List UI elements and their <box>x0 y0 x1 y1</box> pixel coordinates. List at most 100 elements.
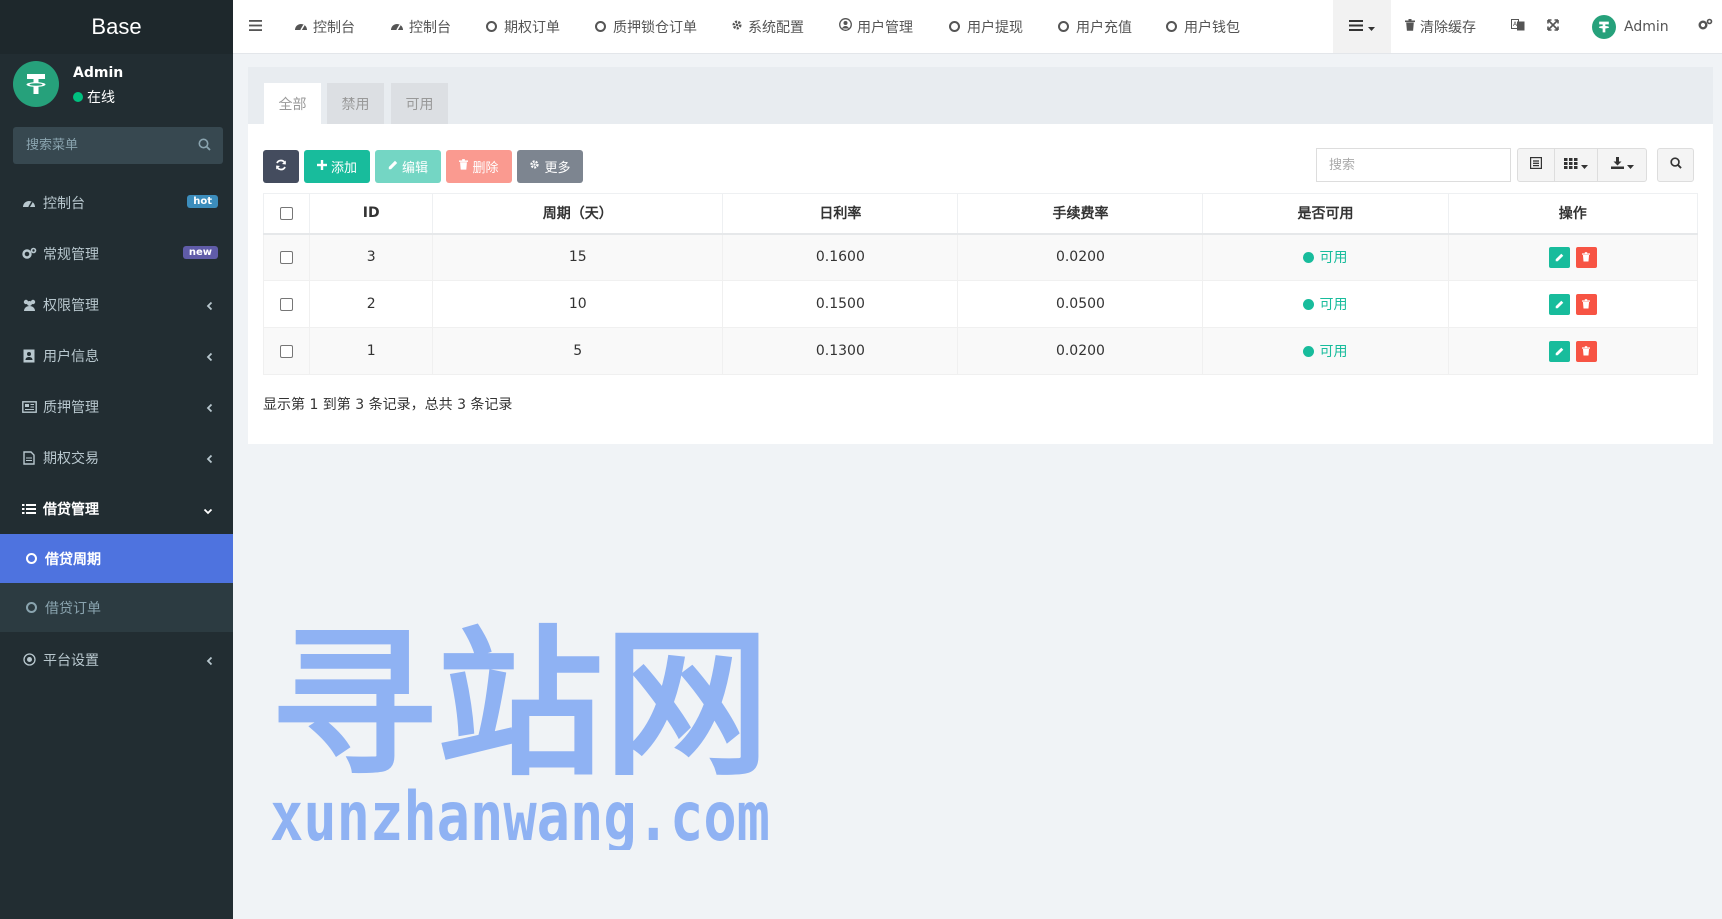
export-button[interactable] <box>1597 148 1647 182</box>
status-cell: 可用 <box>1202 327 1449 375</box>
table-row[interactable]: 1 5 0.1300 0.0200 可用 <box>262 327 1698 375</box>
columns-button[interactable] <box>1554 148 1598 182</box>
more-button[interactable]: 更多 <box>517 150 583 183</box>
nav-tab-wallet[interactable]: 用户钱包 <box>1166 0 1240 53</box>
table-row[interactable]: 2 10 0.1500 0.0500 可用 <box>262 280 1698 328</box>
submenu-label: 借贷周期 <box>45 551 101 568</box>
sidebar-item-pledge[interactable]: 质押管理 <box>0 381 233 432</box>
list-icon <box>21 503 37 515</box>
newspaper-icon <box>21 400 37 413</box>
circle-icon <box>486 21 497 32</box>
status-badge[interactable]: 可用 <box>1303 294 1347 314</box>
tab-disabled[interactable]: 禁用 <box>327 83 384 124</box>
nav-tab-recharge[interactable]: 用户充值 <box>1058 0 1132 53</box>
nav-tab-label: 质押锁仓订单 <box>613 19 697 36</box>
hot-badge: hot <box>187 195 218 208</box>
trash-icon <box>1405 18 1415 35</box>
rate-cell: 0.1500 <box>722 280 959 328</box>
sidebar-menu: 控制台 hot 常规管理 new 权限管理 用户信息 质押管理 期权交易 借贷管… <box>0 177 233 685</box>
nav-tab-dashboard-2[interactable]: 控制台 <box>390 0 451 53</box>
row-edit-button[interactable] <box>1548 246 1570 268</box>
user-card-icon <box>21 349 37 363</box>
delete-button[interactable]: 删除 <box>446 150 512 183</box>
caret-down-icon <box>1626 157 1634 173</box>
sidebar-item-label: 借贷管理 <box>43 501 99 518</box>
tabs-dropdown-button[interactable] <box>1333 0 1391 53</box>
pencil-icon <box>1555 347 1563 355</box>
sidebar-item-loan-order[interactable]: 借贷订单 <box>0 583 233 632</box>
sidebar-item-dashboard[interactable]: 控制台 hot <box>0 177 233 228</box>
tab-all[interactable]: 全部 <box>264 83 321 124</box>
cogs-icon <box>21 247 37 260</box>
column-header[interactable]: 是否可用 <box>1202 193 1449 235</box>
table-row[interactable]: 3 15 0.1600 0.0200 可用 <box>262 233 1698 281</box>
circle-icon <box>595 21 606 32</box>
delete-label: 删除 <box>472 161 499 176</box>
nav-tab-system-config[interactable]: 系统配置 <box>731 0 804 53</box>
fullscreen-button[interactable] <box>1547 0 1559 53</box>
sidebar-item-options-trade[interactable]: 期权交易 <box>0 432 233 483</box>
avatar <box>1592 14 1616 39</box>
row-delete-button[interactable] <box>1575 293 1597 315</box>
row-edit-button[interactable] <box>1548 340 1570 362</box>
tab-enabled[interactable]: 可用 <box>391 83 448 124</box>
status-badge[interactable]: 可用 <box>1303 341 1347 361</box>
nav-tab-label: 控制台 <box>409 19 451 36</box>
status-cell: 可用 <box>1202 280 1449 328</box>
sidebar-item-loan[interactable]: 借贷管理 <box>0 483 233 534</box>
row-checkbox[interactable] <box>280 297 294 311</box>
sidebar-item-label: 权限管理 <box>43 297 99 314</box>
edit-button[interactable]: 编辑 <box>375 150 441 183</box>
user-name: Admin <box>73 65 124 81</box>
list-icon <box>1349 19 1363 35</box>
refresh-button[interactable] <box>263 150 299 183</box>
row-edit-button[interactable] <box>1548 293 1570 315</box>
watermark-url: xunzhanwang.com <box>270 778 770 850</box>
column-header[interactable]: 日利率 <box>722 193 959 235</box>
caret-down-icon <box>1368 19 1375 35</box>
admin-menu[interactable]: Admin <box>1592 0 1669 53</box>
select-all-checkbox[interactable] <box>280 206 294 220</box>
row-delete-button[interactable] <box>1575 246 1597 268</box>
sidebar-item-permissions[interactable]: 权限管理 <box>0 279 233 330</box>
menu-search-input[interactable] <box>13 127 223 164</box>
circle-icon <box>1058 21 1069 32</box>
sidebar-toggle[interactable] <box>249 0 262 53</box>
row-checkbox[interactable] <box>280 344 294 358</box>
chevron-left-icon <box>206 401 213 417</box>
row-checkbox[interactable] <box>280 250 294 264</box>
settings-button[interactable] <box>1698 0 1713 53</box>
column-header[interactable]: 手续费率 <box>957 193 1204 235</box>
users-icon <box>21 299 37 311</box>
status-label: 在线 <box>87 90 115 106</box>
expand-icon <box>1547 18 1559 35</box>
column-header[interactable]: ID <box>309 193 434 235</box>
add-button[interactable]: 添加 <box>304 150 370 183</box>
file-icon <box>21 450 37 465</box>
toggle-view-button[interactable] <box>1517 148 1555 182</box>
search-icon[interactable] <box>198 138 211 155</box>
advanced-search-button[interactable] <box>1657 148 1694 182</box>
clear-cache-button[interactable]: 清除缓存 <box>1405 0 1476 53</box>
search-icon <box>1669 157 1682 173</box>
sidebar-item-general[interactable]: 常规管理 new <box>0 228 233 279</box>
language-toggle[interactable]: A <box>1511 0 1525 53</box>
nav-tab-pledge-orders[interactable]: 质押锁仓订单 <box>595 0 697 53</box>
brand-logo[interactable]: Base <box>0 0 233 54</box>
sidebar-item-platform[interactable]: 平台设置 <box>0 634 233 685</box>
sidebar-item-loan-period[interactable]: 借贷周期 <box>0 534 233 583</box>
add-label: 添加 <box>330 161 357 176</box>
pencil-icon <box>1555 300 1563 308</box>
table-search-input[interactable] <box>1317 149 1510 181</box>
nav-tab-user-management[interactable]: 用户管理 <box>839 0 913 53</box>
user-panel: Admin 在线 <box>0 54 233 124</box>
nav-tab-withdraw[interactable]: 用户提现 <box>949 0 1023 53</box>
nav-tab-options-orders[interactable]: 期权订单 <box>486 0 560 53</box>
status-badge[interactable]: 可用 <box>1303 247 1347 267</box>
sidebar-item-userinfo[interactable]: 用户信息 <box>0 330 233 381</box>
row-delete-button[interactable] <box>1575 340 1597 362</box>
column-header[interactable]: 周期（天） <box>432 193 724 235</box>
status-label: 可用 <box>1319 250 1348 267</box>
circle-icon <box>949 21 960 32</box>
nav-tab-dashboard[interactable]: 控制台 <box>294 0 355 53</box>
